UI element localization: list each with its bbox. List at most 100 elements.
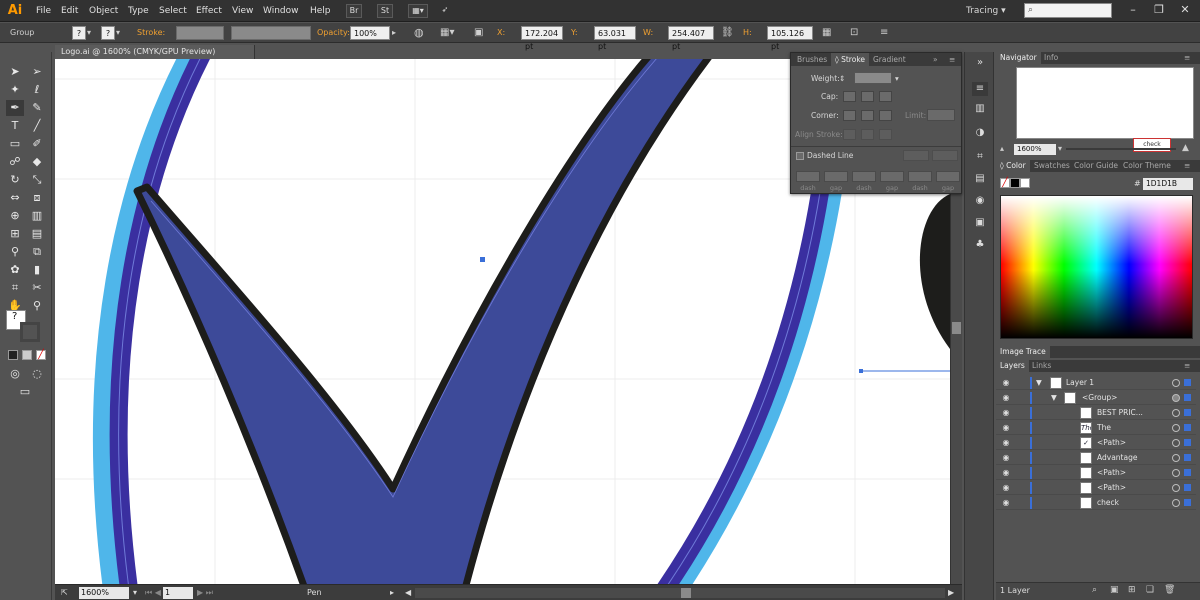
status-arrow-icon[interactable]: ▸ [390,587,394,599]
layer-row[interactable]: ◉ The The [996,421,1196,435]
shape-builder-icon[interactable]: ⊕ [6,208,24,224]
navigator-preview[interactable]: check [1016,67,1194,152]
gradient-panel-icon[interactable]: ▥ [972,102,988,116]
align-panel-icon[interactable]: ▤ [972,172,988,186]
visibility-icon[interactable]: ◉ [1001,393,1011,403]
selection-indicator[interactable] [1184,499,1191,506]
stroke-dropdown-icon[interactable]: ▾ [116,26,120,40]
target-icon[interactable] [1172,469,1180,477]
transform-icon[interactable]: ▦ [822,26,831,40]
layer-name[interactable]: <Path> [1097,482,1126,494]
none-swatch-icon[interactable]: ╱ [1000,178,1010,188]
arrange-documents-icon[interactable]: ▦▾ [408,4,428,18]
layer-name[interactable]: Layer 1 [1066,377,1094,389]
tab-color-theme[interactable]: Color Theme [1119,160,1175,172]
selection-indicator[interactable] [1184,484,1191,491]
navigator-zoom-slider[interactable] [1066,148,1176,150]
selection-indicator[interactable] [1184,469,1191,476]
vertical-scroll-thumb[interactable] [952,322,961,334]
menu-view[interactable]: View [232,4,253,18]
expand-icon[interactable]: ▼ [1051,392,1057,404]
search-input[interactable]: ⌕ [1024,3,1112,18]
opacity-field[interactable]: 100% [350,26,390,40]
artboard-icon[interactable]: ⌗ [6,280,24,296]
visibility-icon[interactable]: ◉ [1001,453,1011,463]
gap-field-1[interactable] [824,171,848,182]
width-icon[interactable]: ⇔ [6,190,24,206]
type-icon[interactable]: T [6,118,24,134]
round-join-button[interactable] [861,110,874,121]
graph-icon[interactable]: ▮ [28,262,46,278]
selection-indicator[interactable] [1184,439,1191,446]
bevel-join-button[interactable] [879,110,892,121]
visibility-icon[interactable]: ◉ [1001,483,1011,493]
layer-row[interactable]: ◉ BEST PRIC... [996,406,1196,420]
anchor-point[interactable] [480,257,485,262]
color-panel-menu-icon[interactable]: ≡ [1180,160,1194,172]
gap-field-2[interactable] [880,171,904,182]
tab-swatches[interactable]: Swatches [1030,160,1074,172]
opacity-arrow-icon[interactable]: ▸ [392,26,396,40]
stock-button[interactable]: St [377,4,393,18]
symbol-sprayer-icon[interactable]: ✿ [6,262,24,278]
target-icon[interactable] [1172,499,1180,507]
curvature-icon[interactable]: ✎ [28,100,46,116]
weight-dropdown-icon[interactable]: ▾ [895,73,899,85]
appearance-panel-icon[interactable]: ◉ [972,194,988,208]
selection-indicator[interactable] [1184,454,1191,461]
stroke-panel-icon[interactable]: ≡ [972,82,988,96]
variable-width-profile[interactable] [231,26,311,40]
round-cap-button[interactable] [861,91,874,102]
color-mode-icon[interactable] [8,350,18,360]
zoom-in-icon[interactable]: ▲ [1182,143,1189,153]
menu-edit[interactable]: Edit [61,4,78,18]
align-icon[interactable]: ▦▾ [440,26,454,40]
selection-icon[interactable]: ➤ [6,64,24,80]
tab-gradient[interactable]: Gradient [869,53,910,66]
menu-select[interactable]: Select [159,4,187,18]
clipping-mask-icon[interactable]: ▣ [1110,585,1119,595]
stroke-weight-field[interactable] [176,26,224,40]
scale-icon[interactable]: ⤡ [28,172,46,188]
layer-name[interactable]: <Group> [1082,392,1117,404]
menu-effect[interactable]: Effect [196,4,222,18]
tab-image-trace[interactable]: Image Trace [996,346,1050,358]
hscroll-right-icon[interactable]: ▶ [948,587,954,599]
layer-row[interactable]: ◉ <Path> [996,481,1196,495]
fill-dropdown-icon[interactable]: ▾ [87,26,91,40]
dashed-line-checkbox[interactable] [796,152,804,160]
bridge-button[interactable]: Br [346,4,362,18]
gradient-icon[interactable]: ▤ [28,226,46,242]
color-spectrum[interactable] [1000,195,1193,339]
layer-row[interactable]: ◉ <Path> [996,466,1196,480]
weight-stepper-icon[interactable]: ⇕ [839,73,845,85]
tab-stroke[interactable]: ◊ Stroke [831,53,870,66]
draw-mode-icon[interactable]: ◎ [6,366,24,382]
limit-field[interactable] [927,109,955,121]
w-field[interactable]: 254.407 pt [668,26,714,51]
lasso-icon[interactable]: ℓ [28,82,46,98]
isolate-group-icon[interactable]: ⊡ [850,26,858,40]
ring-outer-dark[interactable] [109,59,211,584]
visibility-icon[interactable]: ◉ [1001,378,1011,388]
rectangle-icon[interactable]: ▭ [6,136,24,152]
selection-indicator[interactable] [1184,424,1191,431]
target-icon[interactable] [1172,439,1180,447]
h-field[interactable]: 105.126 pt [767,26,813,51]
anchor-point-right[interactable] [859,369,863,373]
dash-field-2[interactable] [852,171,876,182]
delete-layer-icon[interactable]: 🗑 [1164,585,1175,595]
menu-type[interactable]: Type [128,4,149,18]
graphic-styles-icon[interactable]: ▣ [972,216,988,230]
gradient-mode-icon[interactable] [22,350,32,360]
checkmark-shape[interactable] [133,59,715,584]
expand-icon[interactable]: ▼ [1036,377,1042,389]
layer-row[interactable]: ◉ ▼ Layer 1 [996,376,1196,390]
opacity-label[interactable]: Opacity: [317,26,350,40]
visibility-icon[interactable]: ◉ [1001,408,1011,418]
reference-point-icon[interactable]: ▣ [474,26,483,40]
recolor-icon[interactable]: ◍ [414,26,424,40]
minimize-icon[interactable]: – [1122,2,1144,18]
line-icon[interactable]: ╱ [28,118,46,134]
horizontal-scroll-thumb[interactable] [681,588,691,598]
